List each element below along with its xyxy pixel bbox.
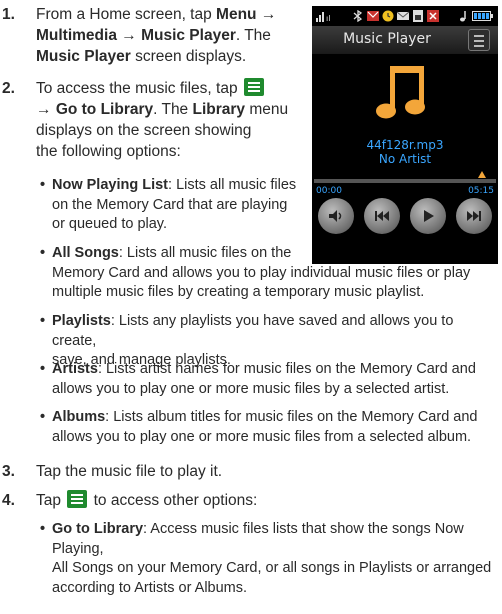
text-run: allows you to play one or more music fil… [52,380,450,397]
bullet-dot: • [40,177,46,193]
phone-screenshot-lower: 00:00 05:15 [312,184,498,264]
step-1: 1. From a Home screen, tap Menu → Multim… [0,4,310,68]
step-number: 4. [2,492,15,509]
step-2: 2. To access the music files, tap → Go t… [0,78,310,166]
bullet-term: Go to Library [52,521,144,537]
step-number: 1. [2,6,15,23]
text-run: the following options: [36,143,181,160]
bullet-text: Albums: Lists album titles for music fil… [52,408,477,447]
music-player-term: Music Player [36,48,131,65]
list-item-playlists: • Playlists: Lists any playlists you hav… [40,312,500,368]
mail-icon [397,11,409,20]
library-term: Library [192,101,246,118]
track-name: 44f128r.mp3 [366,138,444,152]
step-text: From a Home screen, tap Menu → Multimedi… [36,4,306,67]
text-run: . The [235,27,271,44]
list-item-go-to-library: • Go to Library: Access music files list… [40,520,500,596]
next-icon [467,211,481,221]
previous-icon [375,211,389,221]
text-run: allows you to play one or more music fil… [52,428,472,445]
bullet-text: Go to Library: Access music files lists … [52,520,500,598]
text-run: displays on the screen showing [36,122,252,139]
text-run: : Lists any playlists you have saved and… [52,313,454,349]
notification-icon [427,10,439,22]
text-run: Tap [36,492,61,509]
text-run: to access other options: [93,492,258,509]
previous-button[interactable] [364,198,400,234]
signal-icon: ıl [316,12,330,22]
bullet-dot: • [40,313,46,329]
text-run: : Lists all music files [168,177,297,193]
text-run: To access the music files, tap [36,80,238,97]
arrow: → [36,101,52,118]
step-number: 2. [2,80,15,97]
step-3: 3. Tap the music file to play it. [0,461,500,483]
bullet-term: Artists [52,361,98,377]
text-run: : Lists all music files on the [118,245,292,261]
manual-page: 1. From a Home screen, tap Menu → Multim… [0,0,502,614]
total-duration: 05:15 [468,186,494,196]
music-player-term: Music Player [141,27,236,44]
music-note-icon [376,66,425,119]
text-run: Memory Card and allows you to play indiv… [52,264,471,281]
text-run: menu [245,101,289,118]
menu-icon [67,490,88,508]
app-title-bar: Music Player [312,26,498,54]
text-run: : Lists artist names for music files on … [97,361,476,377]
text-run: screen displays. [130,48,247,65]
bullet-text: Now Playing List: Lists all music files … [52,176,296,235]
bullet-dot: • [40,361,46,377]
elapsed-time: 00:00 [316,186,342,196]
bullet-term: All Songs [52,245,119,261]
text-run: on the Memory Card that are playing [52,196,288,213]
menu-button[interactable] [468,29,490,51]
menu-term: Menu [216,6,257,23]
bluetooth-icon [353,10,363,22]
step-number: 3. [2,463,15,480]
app-title: Music Player [343,31,431,47]
text-run: From a Home screen, tap [36,6,217,23]
bullet-dot: • [40,245,46,261]
bullet-term: Now Playing List [52,177,169,193]
bullet-term: Playlists [52,313,111,329]
arrow: → [256,6,277,23]
text-run: : Lists album titles for music files on … [105,409,478,425]
svg-text:ıl: ıl [326,14,330,22]
phone-screenshot: ıl Music Player 44f128r.mp3 No Artist [312,6,498,188]
step-text: To access the music files, tap → Go to L… [36,78,308,162]
status-bar: ıl [312,6,498,26]
step-text: Tap to access other options: [36,490,476,511]
text-run: according to Artists or Albums. [52,579,248,596]
volume-button[interactable] [318,198,354,234]
multimedia-term: Multimedia [36,27,117,44]
text-run: . The [153,101,193,118]
arrow: → [116,27,142,44]
step-4: 4. Tap to access other options: [0,490,500,512]
step-text: Tap the music file to play it. [36,463,223,480]
play-icon [424,210,434,222]
alarm-icon [382,10,394,22]
bullet-dot: • [40,521,46,537]
memory-card-icon [413,10,423,22]
next-button[interactable] [456,198,492,234]
text-run: multiple music files by creating a tempo… [52,284,425,300]
bullet-term: Albums [52,409,106,425]
bullet-text: Artists: Lists artist names for music fi… [52,360,476,399]
go-to-library-term: Go to Library [55,101,154,118]
list-item-now-playing: • Now Playing List: Lists all music file… [40,176,310,236]
volume-icon [329,210,342,222]
play-button[interactable] [410,198,446,234]
list-item-albums: • Albums: Lists album titles for music f… [40,408,500,448]
text-run: All Songs on your Memory Card, or all so… [52,560,492,576]
text-run: or queued to play. [52,216,168,232]
bullet-dot: • [40,409,46,425]
battery-icon [472,11,493,21]
message-icon [367,11,379,21]
music-status-icon [460,11,466,22]
list-item-artists: • Artists: Lists artist names for music … [40,360,500,400]
menu-icon [243,78,264,96]
artist-name: No Artist [378,152,432,166]
